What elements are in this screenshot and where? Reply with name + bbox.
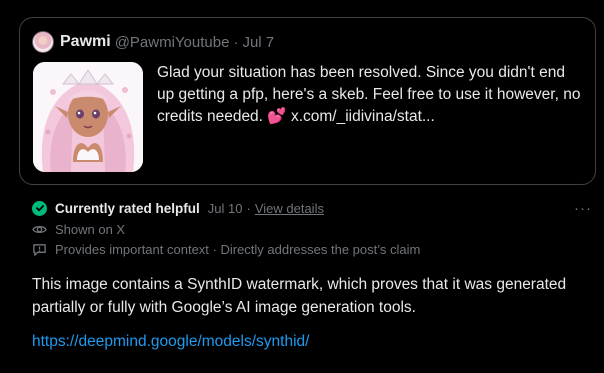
eye-icon (32, 225, 47, 233)
quoted-post-card[interactable]: Pawmi @PawmiYoutube · Jul 7 Glad your si… (19, 17, 596, 185)
two-hearts-emoji: 💕 (267, 108, 287, 125)
shown-on-label: Shown on X (55, 221, 126, 237)
community-note-body: This image contains a SynthID watermark,… (32, 276, 567, 316)
anime-portrait-illustration (33, 62, 143, 172)
note-status-row: Currently rated helpful Jul 10 · View de… (32, 199, 324, 217)
context-row: Provides important context · Directly ad… (32, 240, 420, 258)
author-name[interactable]: Pawmi (60, 33, 111, 51)
more-options-icon[interactable]: ··· (574, 200, 592, 217)
author-handle[interactable]: @PawmiYoutube (115, 34, 230, 51)
post-date[interactable]: Jul 7 (242, 34, 274, 51)
view-details-link[interactable]: View details (255, 201, 324, 216)
quoted-post-text: Glad your situation has been resolved. S… (157, 62, 582, 128)
shown-on-row: Shown on X (32, 220, 125, 238)
separator-dot: · (233, 33, 239, 51)
quoted-post-header: Pawmi @PawmiYoutube · Jul 7 (32, 31, 274, 53)
post-link[interactable]: x.com/_iidivina/stat... (291, 108, 435, 125)
separator-dot: · (246, 200, 251, 216)
post-image-thumbnail[interactable] (33, 62, 143, 172)
synthid-link[interactable]: https://deepmind.google/models/synthid/ (32, 333, 309, 351)
check-circle-icon (32, 200, 47, 216)
avatar[interactable] (32, 31, 54, 53)
context-label: Provides important context · Directly ad… (55, 241, 421, 257)
note-status-label: Currently rated helpful (55, 200, 200, 216)
note-status-date: Jul 10 (207, 200, 243, 216)
speech-bubble-icon (33, 243, 46, 256)
